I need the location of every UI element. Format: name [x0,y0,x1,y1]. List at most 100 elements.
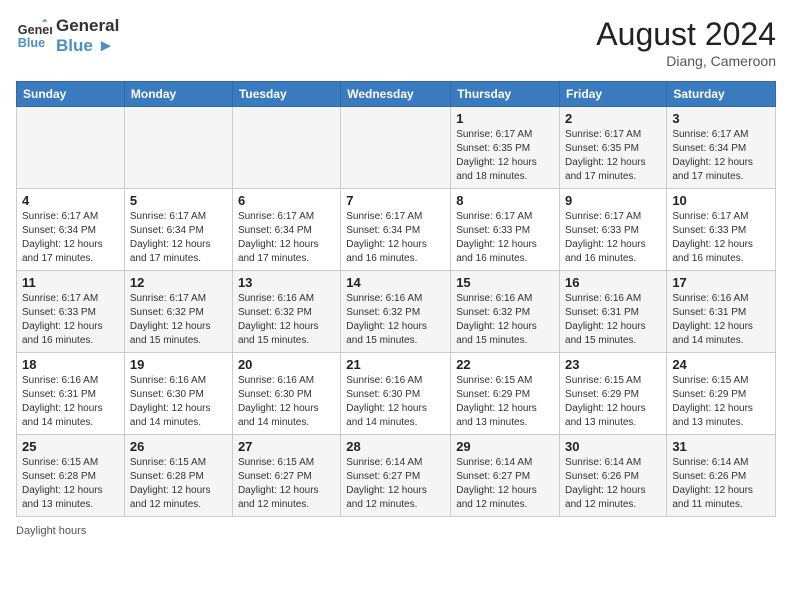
day-info: Sunrise: 6:15 AMSunset: 6:27 PMDaylight:… [238,456,335,512]
calendar-week-row: 25 Sunrise: 6:15 AMSunset: 6:28 PMDayligh… [17,435,776,517]
day-info: Sunrise: 6:15 AMSunset: 6:29 PMDaylight:… [672,374,770,430]
logo-icon: General Blue [16,18,52,54]
calendar-cell: 20 Sunrise: 6:16 AMSunset: 6:30 PMDayligh… [232,353,340,435]
day-number: 13 [238,275,335,290]
logo-blue: Blue ► [56,36,119,56]
day-info: Sunrise: 6:16 AMSunset: 6:31 PMDaylight:… [22,374,119,430]
calendar-cell: 8 Sunrise: 6:17 AMSunset: 6:33 PMDaylight… [451,189,560,271]
calendar-cell: 25 Sunrise: 6:15 AMSunset: 6:28 PMDayligh… [17,435,125,517]
calendar-header-thursday: Thursday [451,82,560,107]
day-info: Sunrise: 6:14 AMSunset: 6:27 PMDaylight:… [346,456,445,512]
calendar-week-row: 11Sunrise: 6:17 AMSunset: 6:33 PMDayligh… [17,271,776,353]
calendar-cell: 11Sunrise: 6:17 AMSunset: 6:33 PMDayligh… [17,271,125,353]
calendar-cell: 28 Sunrise: 6:14 AMSunset: 6:27 PMDayligh… [341,435,451,517]
day-number: 23 [565,357,661,372]
day-number: 29 [456,439,554,454]
calendar-cell [124,107,232,189]
day-info: Sunrise: 6:14 AMSunset: 6:26 PMDaylight:… [672,456,770,512]
day-info: Sunrise: 6:17 AMSunset: 6:34 PMDaylight:… [22,210,119,266]
calendar-week-row: 4 Sunrise: 6:17 AMSunset: 6:34 PMDaylight… [17,189,776,271]
calendar-cell: 16 Sunrise: 6:16 AMSunset: 6:31 PMDayligh… [560,271,667,353]
calendar-cell: 15Sunrise: 6:16 AMSunset: 6:32 PMDayligh… [451,271,560,353]
calendar-cell: 9 Sunrise: 6:17 AMSunset: 6:33 PMDaylight… [560,189,667,271]
day-number: 4 [22,193,119,208]
day-number: 30 [565,439,661,454]
logo: General Blue General Blue ► [16,16,119,55]
day-number: 7 [346,193,445,208]
day-info: Sunrise: 6:17 AMSunset: 6:34 PMDaylight:… [130,210,227,266]
day-info: Sunrise: 6:16 AMSunset: 6:30 PMDaylight:… [130,374,227,430]
day-number: 5 [130,193,227,208]
calendar-cell: 2 Sunrise: 6:17 AMSunset: 6:35 PMDaylight… [560,107,667,189]
day-number: 16 [565,275,661,290]
day-info: Sunrise: 6:16 AMSunset: 6:32 PMDaylight:… [238,292,335,348]
day-number: 8 [456,193,554,208]
day-info: Sunrise: 6:17 AMSunset: 6:33 PMDaylight:… [22,292,119,348]
calendar-header-monday: Monday [124,82,232,107]
day-info: Sunrise: 6:16 AMSunset: 6:32 PMDaylight:… [456,292,554,348]
day-info: Sunrise: 6:17 AMSunset: 6:34 PMDaylight:… [672,128,770,184]
calendar-header-sunday: Sunday [17,82,125,107]
day-number: 20 [238,357,335,372]
day-info: Sunrise: 6:15 AMSunset: 6:29 PMDaylight:… [565,374,661,430]
day-info: Sunrise: 6:15 AMSunset: 6:28 PMDaylight:… [130,456,227,512]
day-number: 25 [22,439,119,454]
day-info: Sunrise: 6:17 AMSunset: 6:34 PMDaylight:… [238,210,335,266]
day-number: 18 [22,357,119,372]
day-number: 17 [672,275,770,290]
day-info: Sunrise: 6:17 AMSunset: 6:33 PMDaylight:… [672,210,770,266]
day-number: 3 [672,111,770,126]
calendar-cell: 19 Sunrise: 6:16 AMSunset: 6:30 PMDayligh… [124,353,232,435]
day-info: Sunrise: 6:17 AMSunset: 6:32 PMDaylight:… [130,292,227,348]
calendar-cell: 30Sunrise: 6:14 AMSunset: 6:26 PMDayligh… [560,435,667,517]
day-info: Sunrise: 6:15 AMSunset: 6:28 PMDaylight:… [22,456,119,512]
day-info: Sunrise: 6:17 AMSunset: 6:35 PMDaylight:… [565,128,661,184]
page-header: General Blue General Blue ► August 2024 … [16,16,776,69]
calendar-cell: 24 Sunrise: 6:15 AMSunset: 6:29 PMDayligh… [667,353,776,435]
calendar-cell: 7 Sunrise: 6:17 AMSunset: 6:34 PMDaylight… [341,189,451,271]
calendar-cell: 3 Sunrise: 6:17 AMSunset: 6:34 PMDaylight… [667,107,776,189]
day-number: 9 [565,193,661,208]
day-number: 1 [456,111,554,126]
day-info: Sunrise: 6:17 AMSunset: 6:35 PMDaylight:… [456,128,554,184]
svg-text:Blue: Blue [18,35,45,49]
location-subtitle: Diang, Cameroon [596,53,776,69]
day-info: Sunrise: 6:16 AMSunset: 6:32 PMDaylight:… [346,292,445,348]
day-number: 21 [346,357,445,372]
day-info: Sunrise: 6:16 AMSunset: 6:30 PMDaylight:… [238,374,335,430]
day-number: 10 [672,193,770,208]
day-info: Sunrise: 6:16 AMSunset: 6:31 PMDaylight:… [672,292,770,348]
day-number: 12 [130,275,227,290]
day-info: Sunrise: 6:16 AMSunset: 6:30 PMDaylight:… [346,374,445,430]
day-number: 28 [346,439,445,454]
day-info: Sunrise: 6:14 AMSunset: 6:27 PMDaylight:… [456,456,554,512]
logo-general: General [56,16,119,36]
day-number: 24 [672,357,770,372]
day-info: Sunrise: 6:15 AMSunset: 6:29 PMDaylight:… [456,374,554,430]
day-number: 26 [130,439,227,454]
calendar-header-wednesday: Wednesday [341,82,451,107]
calendar-cell: 27Sunrise: 6:15 AMSunset: 6:27 PMDayligh… [232,435,340,517]
calendar-cell: 17 Sunrise: 6:16 AMSunset: 6:31 PMDayligh… [667,271,776,353]
calendar-cell: 1 Sunrise: 6:17 AMSunset: 6:35 PMDaylight… [451,107,560,189]
day-number: 19 [130,357,227,372]
calendar-cell: 14Sunrise: 6:16 AMSunset: 6:32 PMDayligh… [341,271,451,353]
calendar-cell: 13 Sunrise: 6:16 AMSunset: 6:32 PMDayligh… [232,271,340,353]
day-info: Sunrise: 6:17 AMSunset: 6:33 PMDaylight:… [456,210,554,266]
calendar-week-row: 1 Sunrise: 6:17 AMSunset: 6:35 PMDaylight… [17,107,776,189]
calendar-cell [341,107,451,189]
day-info: Sunrise: 6:17 AMSunset: 6:34 PMDaylight:… [346,210,445,266]
day-number: 2 [565,111,661,126]
calendar-cell: 12 Sunrise: 6:17 AMSunset: 6:32 PMDayligh… [124,271,232,353]
calendar-cell: 31 Sunrise: 6:14 AMSunset: 6:26 PMDayligh… [667,435,776,517]
calendar-cell [232,107,340,189]
day-number: 31 [672,439,770,454]
calendar-header-row: SundayMondayTuesdayWednesdayThursdayFrid… [17,82,776,107]
day-info: Sunrise: 6:17 AMSunset: 6:33 PMDaylight:… [565,210,661,266]
title-block: August 2024 Diang, Cameroon [596,16,776,69]
calendar-cell: 22Sunrise: 6:15 AMSunset: 6:29 PMDayligh… [451,353,560,435]
day-info: Sunrise: 6:16 AMSunset: 6:31 PMDaylight:… [565,292,661,348]
calendar-cell [17,107,125,189]
month-year-title: August 2024 [596,16,776,53]
calendar-cell: 4 Sunrise: 6:17 AMSunset: 6:34 PMDaylight… [17,189,125,271]
